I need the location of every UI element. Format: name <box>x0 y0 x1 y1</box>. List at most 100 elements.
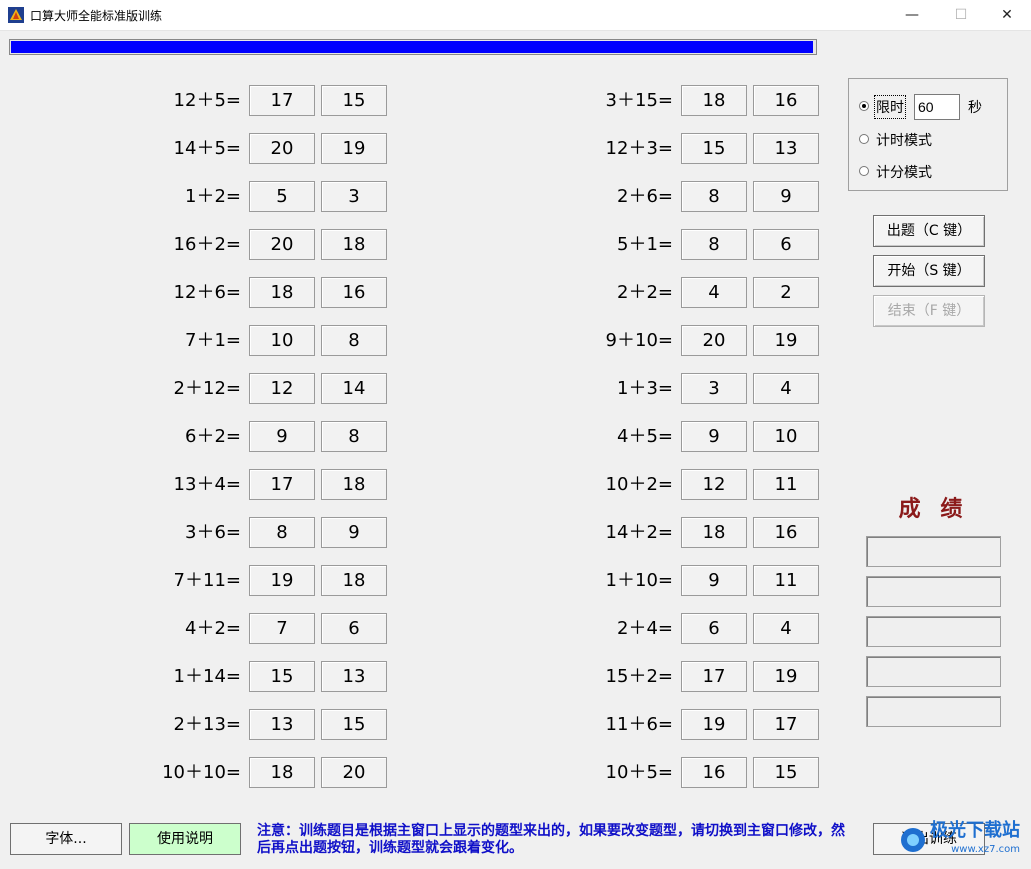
question-expression: 9＋10= <box>605 330 673 351</box>
answer-choice-b[interactable]: 19 <box>321 133 387 164</box>
answer-choice-a[interactable]: 15 <box>681 133 747 164</box>
answer-choice-b[interactable]: 18 <box>321 469 387 500</box>
answer-choice-a[interactable]: 13 <box>249 709 315 740</box>
answer-choice-a[interactable]: 8 <box>249 517 315 548</box>
time-limit-radio[interactable] <box>859 101 869 111</box>
answer-choice-a[interactable]: 17 <box>681 661 747 692</box>
question-row: 1＋10= 9 11 <box>591 565 821 596</box>
answer-choice-b[interactable]: 13 <box>321 661 387 692</box>
answer-choice-b[interactable]: 18 <box>321 565 387 596</box>
question-expression: 12＋5= <box>173 90 241 111</box>
answer-choice-b[interactable]: 8 <box>321 325 387 356</box>
answer-choice-b[interactable]: 9 <box>753 181 819 212</box>
timer-mode-radio[interactable] <box>859 134 869 144</box>
answer-choice-a[interactable]: 7 <box>249 613 315 644</box>
question-row: 14＋5= 20 19 <box>159 133 389 164</box>
finish-button: 结束（F 键） <box>873 295 985 327</box>
answer-choice-a[interactable]: 5 <box>249 181 315 212</box>
answer-choice-b[interactable]: 4 <box>753 373 819 404</box>
answer-choice-a[interactable]: 18 <box>681 85 747 116</box>
question-expression: 12＋6= <box>173 282 241 303</box>
answer-choice-a[interactable]: 12 <box>249 373 315 404</box>
minimize-button[interactable]: — <box>889 0 935 30</box>
answer-choice-b[interactable]: 8 <box>321 421 387 452</box>
answer-choice-b[interactable]: 15 <box>321 85 387 116</box>
answer-choice-b[interactable]: 6 <box>753 229 819 260</box>
help-button[interactable]: 使用说明 <box>129 823 241 855</box>
watermark-text: 极光下载站 www.xz7.com <box>930 821 1020 859</box>
answer-choice-a[interactable]: 18 <box>249 277 315 308</box>
answer-choice-b[interactable]: 3 <box>321 181 387 212</box>
answer-choice-a[interactable]: 20 <box>249 229 315 260</box>
question-row: 1＋14= 15 13 <box>159 661 389 692</box>
answer-choice-b[interactable]: 18 <box>321 229 387 260</box>
start-button[interactable]: 开始（S 键） <box>873 255 985 287</box>
answer-choice-b[interactable]: 20 <box>321 757 387 788</box>
question-row: 7＋1= 10 8 <box>159 325 389 356</box>
answer-choice-b[interactable]: 16 <box>753 517 819 548</box>
answer-choice-b[interactable]: 10 <box>753 421 819 452</box>
question-expression: 16＋2= <box>173 234 241 255</box>
answer-choice-a[interactable]: 9 <box>681 421 747 452</box>
question-row: 12＋6= 18 16 <box>159 277 389 308</box>
question-expression: 13＋4= <box>173 474 241 495</box>
answer-choice-a[interactable]: 16 <box>681 757 747 788</box>
answer-choice-b[interactable]: 13 <box>753 133 819 164</box>
answer-choice-a[interactable]: 9 <box>681 565 747 596</box>
answer-choice-a[interactable]: 17 <box>249 85 315 116</box>
question-row: 10＋2= 12 11 <box>591 469 821 500</box>
answer-choice-b[interactable]: 11 <box>753 565 819 596</box>
answer-choice-a[interactable]: 19 <box>249 565 315 596</box>
score-mode-label[interactable]: 计分模式 <box>876 162 932 182</box>
answer-choice-a[interactable]: 18 <box>681 517 747 548</box>
answer-choice-b[interactable]: 2 <box>753 277 819 308</box>
answer-choice-a[interactable]: 18 <box>249 757 315 788</box>
answer-choice-b[interactable]: 19 <box>753 325 819 356</box>
answer-choice-a[interactable]: 3 <box>681 373 747 404</box>
answer-choice-a[interactable]: 17 <box>249 469 315 500</box>
watermark: 极光下载站 www.xz7.com <box>900 818 1025 862</box>
generate-button[interactable]: 出题（C 键） <box>873 215 985 247</box>
answer-choice-a[interactable]: 6 <box>681 613 747 644</box>
answer-choice-b[interactable]: 11 <box>753 469 819 500</box>
question-expression: 4＋2= <box>185 618 241 639</box>
question-expression: 10＋10= <box>162 762 241 783</box>
answer-choice-b[interactable]: 9 <box>321 517 387 548</box>
answer-choice-b[interactable]: 17 <box>753 709 819 740</box>
answer-choice-b[interactable]: 15 <box>321 709 387 740</box>
score-box <box>866 616 1001 647</box>
watermark-url: www.xz7.com <box>951 844 1020 855</box>
font-button[interactable]: 字体... <box>10 823 122 855</box>
time-limit-input[interactable] <box>914 94 960 120</box>
answer-choice-a[interactable]: 8 <box>681 229 747 260</box>
question-row: 15＋2= 17 19 <box>591 661 821 692</box>
time-limit-label[interactable]: 限时 <box>874 95 906 119</box>
answer-choice-b[interactable]: 6 <box>321 613 387 644</box>
question-expression: 4＋5= <box>617 426 673 447</box>
answer-choice-a[interactable]: 20 <box>681 325 747 356</box>
question-expression: 2＋12= <box>173 378 241 399</box>
answer-choice-b[interactable]: 19 <box>753 661 819 692</box>
answer-choice-a[interactable]: 4 <box>681 277 747 308</box>
answer-choice-b[interactable]: 14 <box>321 373 387 404</box>
question-expression: 2＋6= <box>617 186 673 207</box>
title-bar: 口算大师全能标准版训练 — ☐ ✕ <box>0 0 1031 31</box>
answer-choice-b[interactable]: 16 <box>321 277 387 308</box>
timer-mode-label[interactable]: 计时模式 <box>876 130 932 150</box>
question-row: 6＋2= 9 8 <box>159 421 389 452</box>
answer-choice-a[interactable]: 20 <box>249 133 315 164</box>
score-mode-radio[interactable] <box>859 166 869 176</box>
answer-choice-a[interactable]: 10 <box>249 325 315 356</box>
answer-choice-b[interactable]: 4 <box>753 613 819 644</box>
answer-choice-b[interactable]: 15 <box>753 757 819 788</box>
answer-choice-b[interactable]: 16 <box>753 85 819 116</box>
answer-choice-a[interactable]: 19 <box>681 709 747 740</box>
answer-choice-a[interactable]: 12 <box>681 469 747 500</box>
answer-choice-a[interactable]: 9 <box>249 421 315 452</box>
close-button[interactable]: ✕ <box>984 0 1030 30</box>
watermark-logo-icon <box>901 828 925 852</box>
answer-choice-a[interactable]: 8 <box>681 181 747 212</box>
question-expression: 10＋5= <box>605 762 673 783</box>
seconds-label: 秒 <box>968 100 982 116</box>
answer-choice-a[interactable]: 15 <box>249 661 315 692</box>
